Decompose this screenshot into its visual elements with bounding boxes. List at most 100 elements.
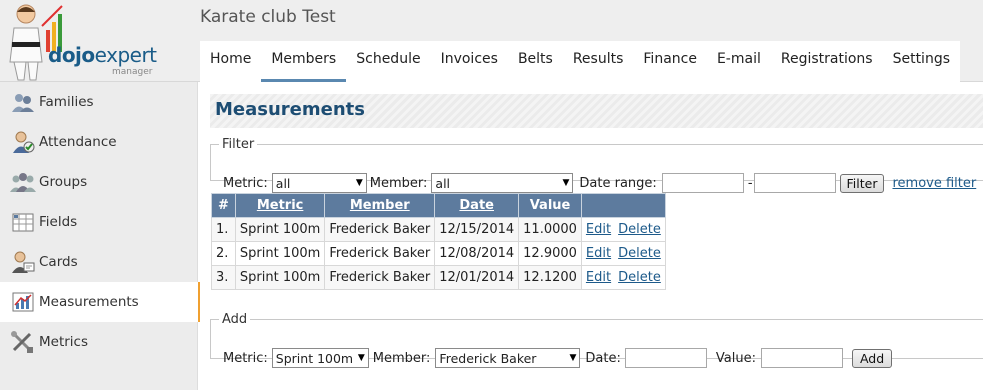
cell-metric: Sprint 100m	[234, 265, 326, 290]
sidebar-item-cards[interactable]: Cards	[0, 242, 197, 282]
delete-link[interactable]: Delete	[618, 270, 661, 285]
filter-panel: Filter Metric: all ▼ Member: all ▼ Date …	[210, 137, 983, 193]
filter-legend: Filter	[222, 137, 255, 152]
chevron-down-icon: ▼	[355, 178, 363, 188]
sidebar-item-attendance[interactable]: Attendance	[0, 122, 197, 162]
cell-date: 12/15/2014	[434, 217, 520, 242]
add-value-label: Value:	[715, 350, 756, 366]
column-value-label: Value	[529, 198, 571, 213]
sidebar-item-measurements[interactable]: Measurements	[0, 282, 201, 322]
add-date-input[interactable]	[624, 348, 707, 368]
nav-results[interactable]: Results	[563, 41, 634, 82]
column-date[interactable]: Date	[434, 193, 520, 218]
nav-settings[interactable]: Settings	[883, 41, 960, 82]
column-actions	[580, 193, 666, 218]
page-title-bar: Measurements	[210, 94, 983, 128]
logo-brand-a: dojo	[48, 43, 95, 67]
filter-member-value: all	[435, 175, 451, 191]
column-member[interactable]: Member	[324, 193, 436, 218]
filter-button[interactable]: Filter	[839, 173, 885, 193]
column-member-label[interactable]: Member	[350, 198, 410, 213]
families-icon	[10, 89, 36, 115]
add-member-value: Frederick Baker	[439, 350, 537, 366]
delete-link[interactable]: Delete	[618, 246, 661, 261]
add-legend: Add	[222, 312, 248, 327]
column-number-label: #	[218, 198, 229, 213]
page-title: Measurements	[215, 99, 365, 120]
column-metric[interactable]: Metric	[234, 193, 326, 218]
add-metric-label: Metric:	[223, 350, 268, 366]
table-row: 1. Sprint 100m Frederick Baker 12/15/2014 11…	[211, 217, 666, 242]
row-number: 2.	[211, 241, 236, 266]
measurements-icon	[10, 289, 36, 315]
date-to-input[interactable]	[753, 173, 836, 193]
chevron-down-icon: ▼	[569, 353, 577, 363]
cell-actions: Edit Delete	[580, 217, 666, 242]
column-date-label[interactable]: Date	[459, 198, 494, 213]
fields-icon	[10, 209, 36, 235]
sidebar: Families Attendance Groups Fields Cards Measu…	[0, 82, 201, 390]
metrics-icon	[10, 329, 36, 355]
cards-icon	[10, 249, 36, 275]
logo-wordmark: dojoexpert	[48, 43, 157, 67]
nav-belts[interactable]: Belts	[508, 41, 563, 82]
sidebar-item-label: Metrics	[39, 334, 89, 350]
edit-link[interactable]: Edit	[586, 270, 611, 285]
groups-icon	[10, 169, 36, 195]
filter-metric-value: all	[275, 175, 291, 191]
add-button[interactable]: Add	[851, 348, 893, 368]
cell-member: Frederick Baker	[324, 265, 436, 290]
add-metric-value: Sprint 100m	[275, 350, 354, 366]
sidebar-item-label: Families	[39, 94, 94, 110]
main-content: Measurements Filter Metric: all ▼ Member…	[200, 82, 983, 390]
sidebar-item-fields[interactable]: Fields	[0, 202, 197, 242]
filter-member-select[interactable]: all ▼	[431, 173, 574, 193]
add-panel: Add Metric: Sprint 100m ▼ Member: Freder…	[210, 312, 983, 368]
column-number: #	[211, 193, 236, 218]
club-title: Karate club Test	[200, 7, 336, 27]
date-range-dash: -	[747, 175, 753, 191]
karate-mascot-icon	[9, 4, 63, 81]
add-member-select[interactable]: Frederick Baker ▼	[435, 348, 581, 368]
cell-value: 12.1200	[518, 265, 582, 290]
nav-schedule[interactable]: Schedule	[346, 41, 430, 82]
nav-registrations[interactable]: Registrations	[771, 41, 883, 82]
add-date-label: Date:	[585, 350, 621, 366]
table-row: 2. Sprint 100m Frederick Baker 12/08/2014 12…	[211, 241, 666, 266]
delete-link[interactable]: Delete	[618, 222, 661, 237]
sidebar-item-families[interactable]: Families	[0, 82, 197, 122]
logo-subtitle: manager	[112, 67, 153, 77]
table-row: 3. Sprint 100m Frederick Baker 12/01/2014 12…	[211, 265, 666, 290]
cell-member: Frederick Baker	[324, 217, 436, 242]
measurements-table: # Metric Member Date Value 1. Sprint 100m…	[211, 193, 666, 290]
row-number: 1.	[211, 217, 236, 242]
chevron-down-icon: ▼	[357, 353, 365, 363]
filter-member-label: Member:	[369, 175, 428, 191]
column-metric-label[interactable]: Metric	[257, 198, 304, 213]
add-value-input[interactable]	[760, 348, 843, 368]
nav-invoices[interactable]: Invoices	[431, 41, 508, 82]
remove-filter-link[interactable]: remove filter	[892, 176, 976, 191]
date-range-label: Date range:	[579, 175, 657, 191]
nav-home[interactable]: Home	[200, 41, 261, 82]
cell-actions: Edit Delete	[580, 265, 666, 290]
sidebar-item-metrics[interactable]: Metrics	[0, 322, 197, 362]
row-number: 3.	[211, 265, 236, 290]
add-metric-select[interactable]: Sprint 100m ▼	[271, 348, 369, 368]
add-member-label: Member:	[372, 350, 431, 366]
column-value: Value	[518, 193, 582, 218]
sidebar-item-groups[interactable]: Groups	[0, 162, 197, 202]
edit-link[interactable]: Edit	[586, 246, 611, 261]
filter-metric-select[interactable]: all ▼	[271, 173, 367, 193]
cell-metric: Sprint 100m	[234, 241, 326, 266]
cell-metric: Sprint 100m	[234, 217, 326, 242]
nav-finance[interactable]: Finance	[633, 41, 707, 82]
chevron-down-icon: ▼	[562, 178, 570, 188]
edit-link[interactable]: Edit	[586, 222, 611, 237]
nav-e-mail[interactable]: E-mail	[707, 41, 771, 82]
sidebar-item-label: Cards	[39, 254, 78, 270]
table-header-row: # Metric Member Date Value	[211, 193, 666, 218]
nav-members[interactable]: Members	[261, 41, 347, 82]
logo[interactable]: dojoexpert manager	[0, 0, 198, 82]
date-from-input[interactable]	[661, 173, 744, 193]
